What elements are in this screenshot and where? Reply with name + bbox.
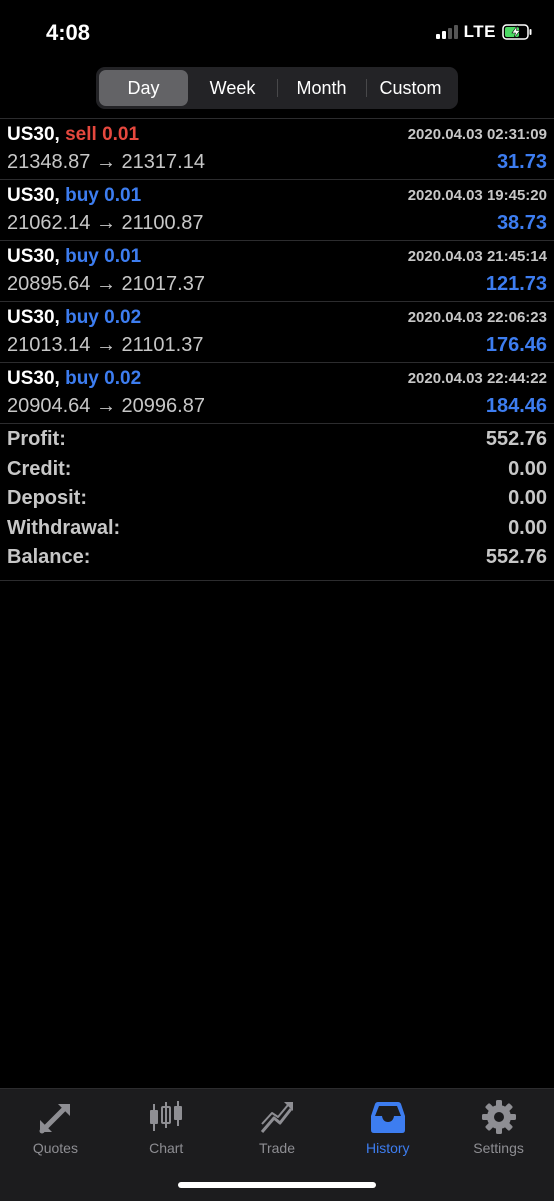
- deal-profit: 31.73: [496, 151, 547, 173]
- tab-quotes[interactable]: Quotes: [0, 1089, 111, 1201]
- deal-time: 2020.04.03 19:45:20: [407, 187, 547, 204]
- deal-profit: 38.73: [496, 212, 547, 234]
- summary-value: 0.00: [508, 457, 547, 480]
- home-indicator[interactable]: [178, 1182, 376, 1188]
- period-segmented-control: Day Week Month Custom: [96, 67, 458, 109]
- summary-row-withdrawal: Withdrawal: 0.00: [0, 514, 554, 544]
- deal-prices: 21348.87 → 21317.14: [7, 151, 205, 173]
- deal-row[interactable]: US30, buy 0.02 2020.04.03 22:06:23 21013…: [0, 302, 554, 363]
- deal-row[interactable]: US30, buy 0.01 2020.04.03 21:45:14 20895…: [0, 241, 554, 302]
- network-type-label: LTE: [463, 22, 496, 41]
- deals-list: US30, sell 0.01 2020.04.03 02:31:09 2134…: [0, 118, 554, 424]
- deal-symbol: US30,: [7, 368, 60, 389]
- status-bar: 4:08 LTE: [0, 0, 554, 60]
- battery-charging-icon: [502, 24, 532, 40]
- summary-label: Balance:: [7, 546, 91, 569]
- summary-value: 552.76: [485, 428, 547, 451]
- inbox-tray-icon: [370, 1102, 405, 1133]
- summary-value: 0.00: [508, 516, 547, 539]
- summary-value: 0.00: [508, 487, 547, 510]
- summary-row-deposit: Deposit: 0.00: [0, 484, 554, 514]
- deal-profit: 121.73: [485, 273, 547, 295]
- deal-type: sell 0.01: [65, 124, 140, 145]
- gear-icon: [481, 1100, 516, 1134]
- status-indicators: LTE: [435, 22, 532, 42]
- tab-custom[interactable]: Custom: [366, 70, 455, 106]
- deal-symbol: US30,: [7, 185, 60, 206]
- deal-time: 2020.04.03 02:31:09: [407, 126, 547, 143]
- summary-value: 552.76: [485, 546, 547, 569]
- candlestick-chart-icon: [150, 1101, 183, 1131]
- tab-label: History: [366, 1140, 410, 1156]
- deal-type: buy 0.02: [65, 307, 142, 328]
- deal-prices: 20895.64 → 21017.37: [7, 273, 205, 295]
- tab-label: Trade: [258, 1140, 296, 1156]
- deal-prices: 21013.14 → 21101.37: [7, 334, 204, 356]
- status-time: 4:08: [46, 20, 91, 45]
- account-summary: Profit: 552.76 Credit: 0.00 Deposit: 0.0…: [0, 425, 554, 581]
- tab-label: Quotes: [32, 1140, 78, 1156]
- tab-month[interactable]: Month: [277, 70, 366, 106]
- deal-profit: 176.46: [485, 334, 547, 356]
- trade-trend-icon: [260, 1102, 293, 1133]
- quotes-arrows-icon: [39, 1104, 71, 1134]
- deal-type: buy 0.01: [65, 185, 142, 206]
- deal-time: 2020.04.03 22:44:22: [407, 370, 547, 387]
- deal-row[interactable]: US30, sell 0.01 2020.04.03 02:31:09 2134…: [0, 119, 554, 180]
- tab-label: Settings: [473, 1140, 524, 1156]
- deal-prices: 20904.64 → 20996.87: [7, 395, 205, 417]
- summary-label: Deposit:: [7, 487, 87, 510]
- tab-week[interactable]: Week: [188, 70, 277, 106]
- deal-time: 2020.04.03 22:06:23: [407, 309, 547, 326]
- deal-profit: 184.46: [485, 395, 547, 417]
- cellular-signal-icon: [435, 25, 458, 39]
- deal-type: buy 0.01: [65, 246, 142, 267]
- tab-day[interactable]: Day: [99, 70, 188, 106]
- summary-label: Credit:: [7, 457, 72, 480]
- tab-settings[interactable]: Settings: [443, 1089, 554, 1201]
- deal-time: 2020.04.03 21:45:14: [407, 248, 547, 265]
- summary-label: Profit:: [7, 428, 66, 451]
- deal-row[interactable]: US30, buy 0.01 2020.04.03 19:45:20 21062…: [0, 180, 554, 241]
- tab-label: Chart: [149, 1140, 184, 1156]
- deal-row[interactable]: US30, buy 0.02 2020.04.03 22:44:22 20904…: [0, 363, 554, 424]
- deal-symbol: US30,: [7, 307, 60, 328]
- deal-type: buy 0.02: [65, 368, 142, 389]
- deal-symbol: US30,: [7, 124, 60, 145]
- summary-row-profit: Profit: 552.76: [0, 425, 554, 455]
- deal-symbol: US30,: [7, 246, 60, 267]
- summary-label: Withdrawal:: [7, 516, 121, 539]
- deal-prices: 21062.14 → 21100.87: [7, 212, 204, 234]
- summary-row-credit: Credit: 0.00: [0, 455, 554, 485]
- summary-row-balance: Balance: 552.76: [0, 543, 554, 573]
